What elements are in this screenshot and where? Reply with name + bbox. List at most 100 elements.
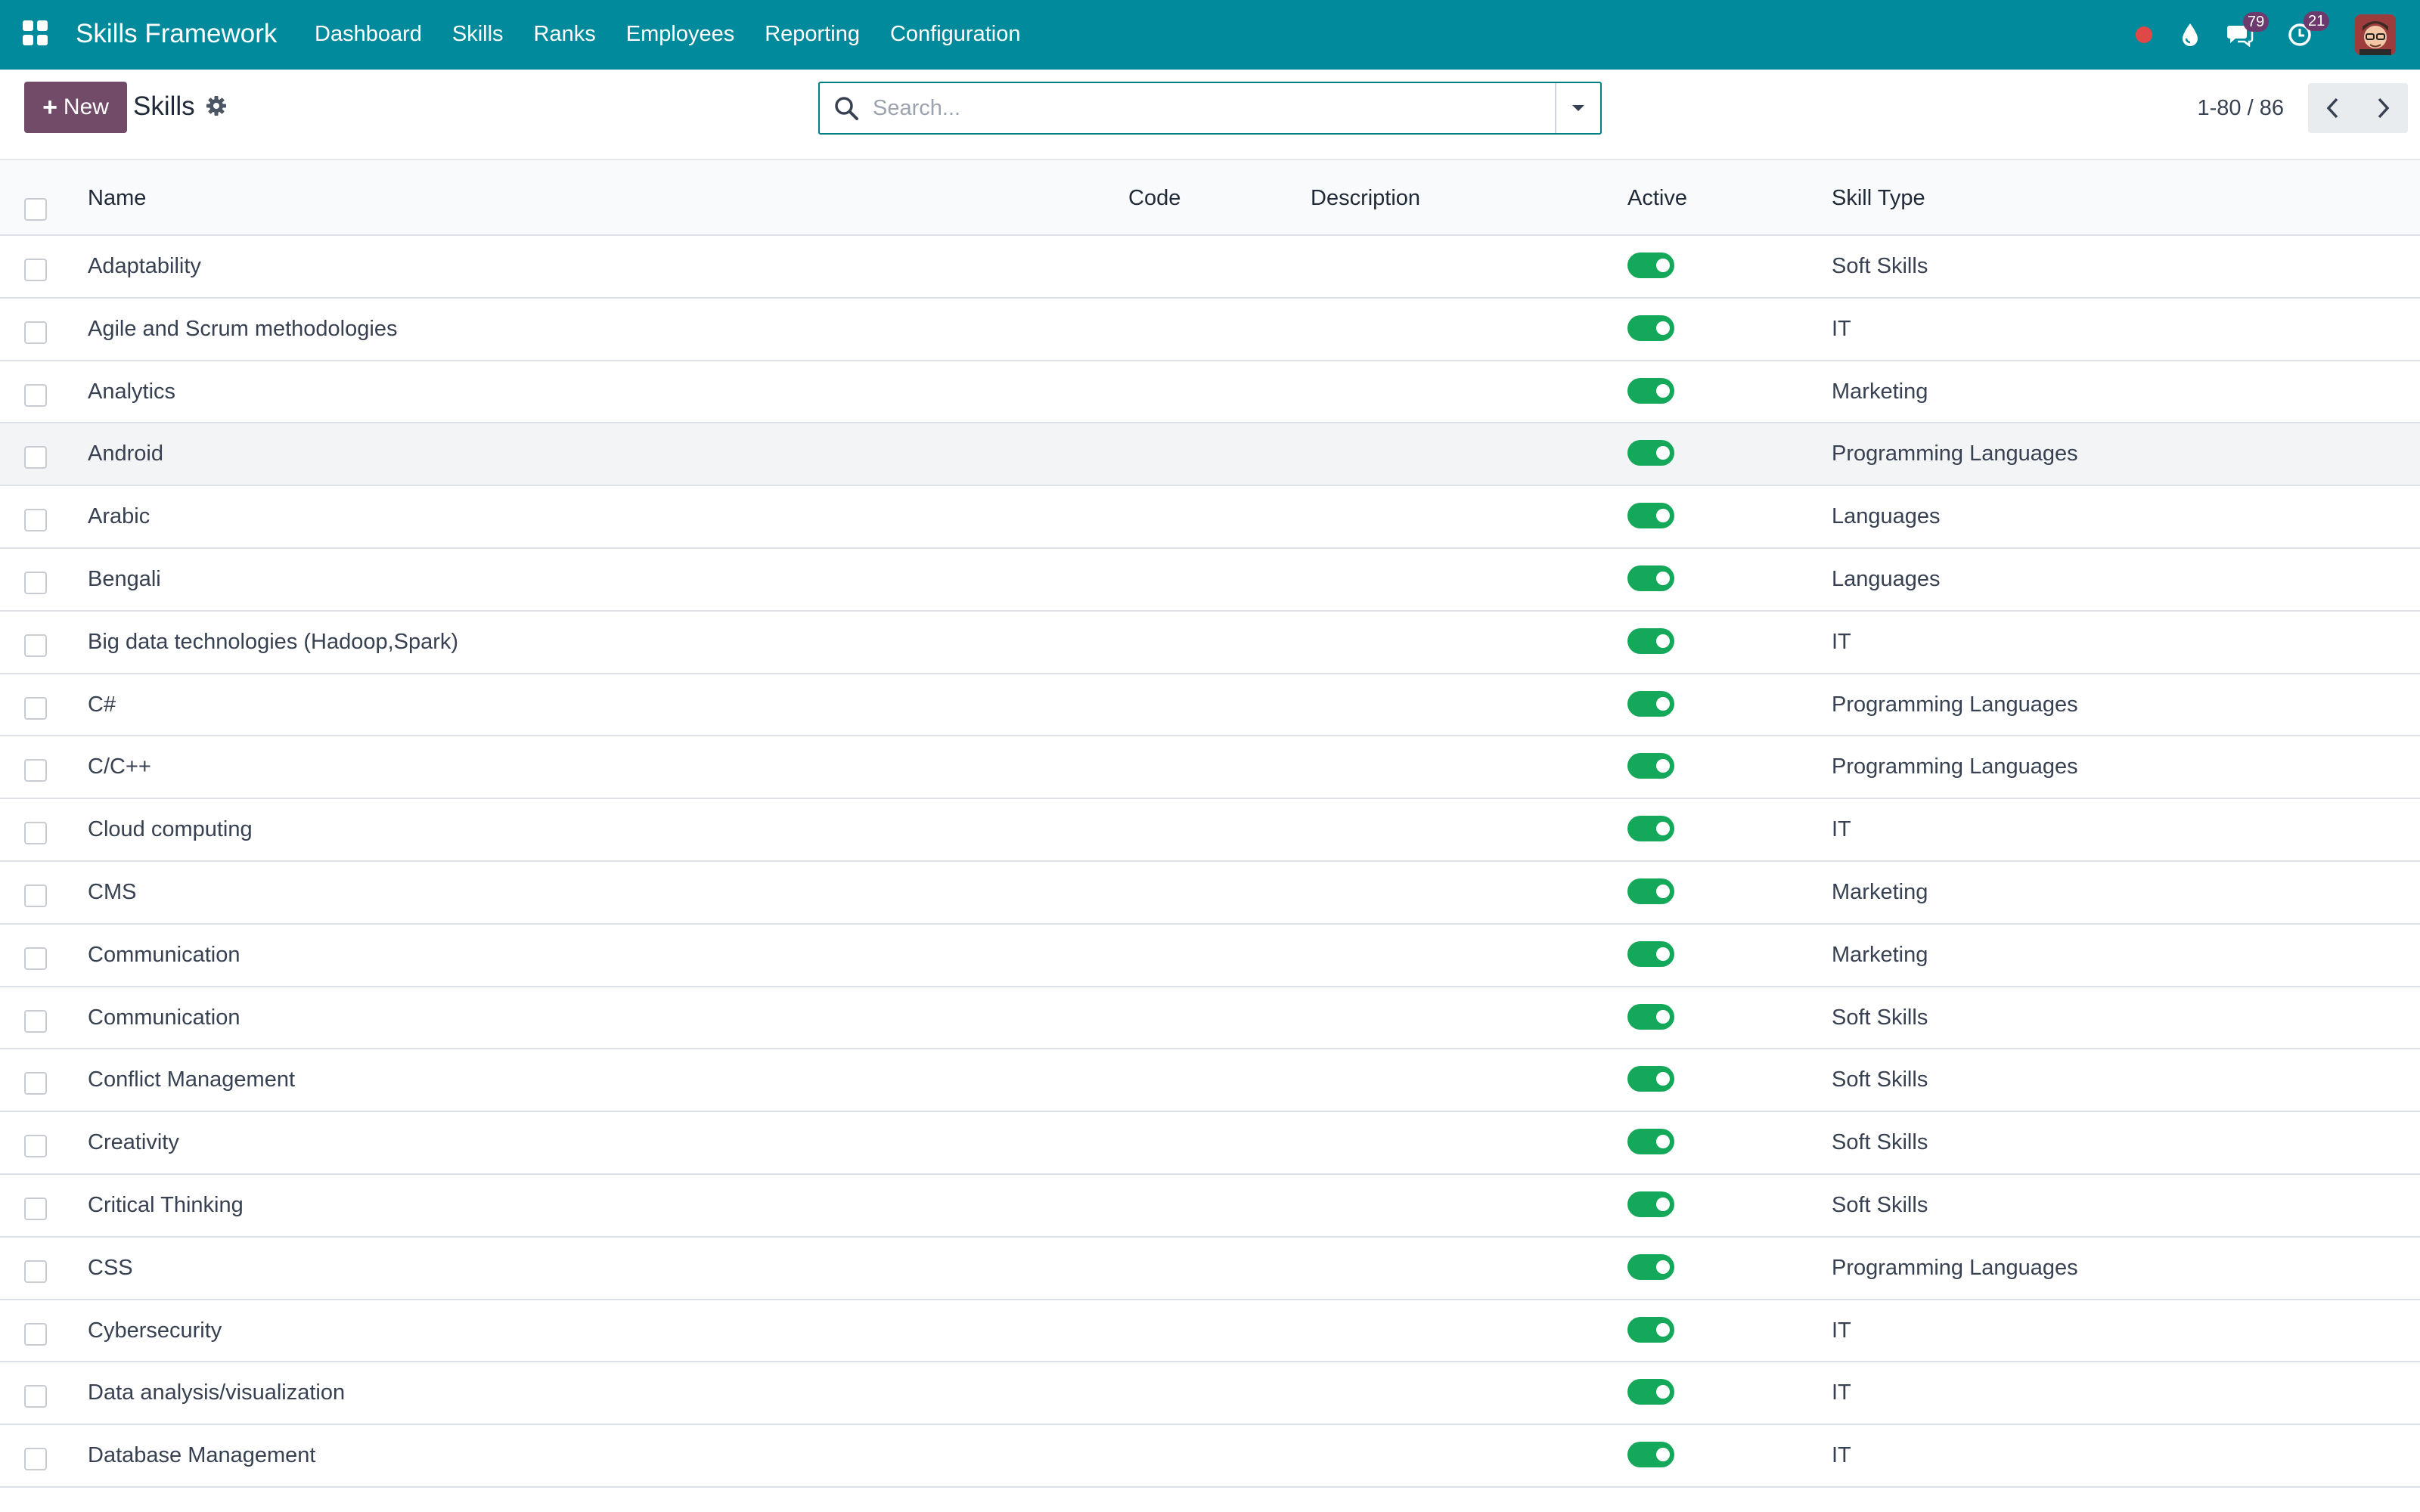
- cell-name: Big data technologies (Hadoop,Spark): [88, 629, 459, 654]
- gear-icon[interactable]: [204, 94, 228, 118]
- toggle-knob: [1656, 696, 1670, 711]
- cell-skill-type: Programming Languages: [1832, 1255, 2078, 1280]
- app-brand[interactable]: Skills Framework: [76, 17, 277, 51]
- table-row[interactable]: CSS Programming Languages: [0, 1237, 2420, 1300]
- select-all-checkbox[interactable]: [24, 198, 47, 221]
- row-checkbox[interactable]: [24, 634, 47, 657]
- active-toggle[interactable]: [1627, 1253, 1674, 1280]
- active-toggle[interactable]: [1627, 1379, 1674, 1405]
- row-checkbox[interactable]: [24, 259, 47, 281]
- cell-skill-type: IT: [1832, 1318, 1851, 1343]
- table-row[interactable]: Arabic Languages: [0, 486, 2420, 549]
- table-row[interactable]: C/C++ Programming Languages: [0, 736, 2420, 800]
- row-checkbox[interactable]: [24, 884, 47, 907]
- active-toggle[interactable]: [1627, 440, 1674, 466]
- active-toggle[interactable]: [1627, 503, 1674, 529]
- app-grid-icon[interactable]: [23, 20, 48, 46]
- active-toggle[interactable]: [1627, 627, 1674, 654]
- active-toggle[interactable]: [1627, 1316, 1674, 1343]
- row-checkbox[interactable]: [24, 947, 47, 970]
- table-row[interactable]: Big data technologies (Hadoop,Spark) IT: [0, 611, 2420, 674]
- column-header-skill-type[interactable]: Skill Type: [1832, 160, 1925, 236]
- row-checkbox[interactable]: [24, 696, 47, 720]
- row-checkbox[interactable]: [24, 1385, 47, 1408]
- toggle-knob: [1656, 446, 1670, 460]
- pager-next-button[interactable]: [2358, 83, 2408, 133]
- table-row[interactable]: Communication Marketing: [0, 924, 2420, 987]
- row-checkbox[interactable]: [24, 571, 47, 594]
- active-toggle[interactable]: [1627, 878, 1674, 904]
- row-checkbox[interactable]: [24, 1448, 47, 1471]
- row-checkbox[interactable]: [24, 383, 47, 407]
- table-row[interactable]: Cybersecurity IT: [0, 1300, 2420, 1363]
- table-row[interactable]: Data analysis/visualization IT: [0, 1362, 2420, 1426]
- table-row[interactable]: Database Management IT: [0, 1425, 2420, 1488]
- active-toggle[interactable]: [1627, 1442, 1674, 1468]
- active-toggle[interactable]: [1627, 816, 1674, 842]
- row-checkbox[interactable]: [24, 1259, 47, 1283]
- table-row[interactable]: Critical Thinking Soft Skills: [0, 1174, 2420, 1238]
- record-status-icon[interactable]: [2136, 26, 2152, 43]
- table-row[interactable]: Creativity Soft Skills: [0, 1112, 2420, 1175]
- column-header-description[interactable]: Description: [1311, 160, 1420, 236]
- menu-item-skills[interactable]: Skills: [437, 17, 519, 51]
- cell-skill-type: Programming Languages: [1832, 692, 2078, 717]
- table-row[interactable]: Bengali Languages: [0, 548, 2420, 612]
- active-toggle[interactable]: [1627, 565, 1674, 591]
- column-header-code[interactable]: Code: [1128, 160, 1181, 236]
- search-input[interactable]: [873, 95, 1555, 121]
- row-checkbox[interactable]: [24, 1009, 47, 1033]
- user-avatar[interactable]: [2355, 14, 2396, 55]
- row-checkbox[interactable]: [24, 1135, 47, 1158]
- table-row[interactable]: Communication Soft Skills: [0, 987, 2420, 1050]
- table-row[interactable]: Conflict Management Soft Skills: [0, 1049, 2420, 1113]
- table-row[interactable]: Adaptability Soft Skills: [0, 236, 2420, 299]
- row-checkbox[interactable]: [24, 1322, 47, 1346]
- menu-item-reporting[interactable]: Reporting: [749, 17, 875, 51]
- pager-value[interactable]: 1-80 / 86: [2198, 92, 2284, 124]
- row-checkbox[interactable]: [24, 759, 47, 782]
- table-row[interactable]: Agile and Scrum methodologies IT: [0, 298, 2420, 361]
- active-toggle[interactable]: [1627, 314, 1674, 341]
- active-toggle[interactable]: [1627, 1129, 1674, 1155]
- messages-icon[interactable]: 79: [2226, 12, 2270, 47]
- row-checkbox[interactable]: [24, 1197, 47, 1220]
- cell-name: CSS: [88, 1255, 133, 1280]
- row-checkbox[interactable]: [24, 509, 47, 532]
- search-options-toggle[interactable]: [1555, 83, 1600, 133]
- row-checkbox[interactable]: [24, 321, 47, 344]
- active-toggle[interactable]: [1627, 1066, 1674, 1092]
- active-toggle[interactable]: [1627, 690, 1674, 717]
- pager-previous-button[interactable]: [2308, 83, 2358, 133]
- cell-name: Creativity: [88, 1130, 179, 1155]
- row-checkbox[interactable]: [24, 1072, 47, 1095]
- active-toggle[interactable]: [1627, 1003, 1674, 1030]
- menu-item-configuration[interactable]: Configuration: [875, 17, 1036, 51]
- column-header-name[interactable]: Name: [88, 160, 146, 236]
- drop-icon[interactable]: [2181, 23, 2199, 47]
- toggle-knob: [1656, 1197, 1670, 1211]
- menu-item-ranks[interactable]: Ranks: [519, 17, 611, 51]
- table-row[interactable]: Analytics Marketing: [0, 361, 2420, 424]
- active-toggle[interactable]: [1627, 753, 1674, 779]
- active-toggle[interactable]: [1627, 253, 1674, 278]
- table-row[interactable]: C# Programming Languages: [0, 674, 2420, 737]
- caret-down-icon: [1572, 105, 1584, 111]
- table-row[interactable]: CMS Marketing: [0, 861, 2420, 925]
- menu-item-dashboard[interactable]: Dashboard: [299, 17, 437, 51]
- toggle-knob: [1656, 947, 1670, 961]
- breadcrumb-title: Skills: [133, 91, 195, 121]
- menu-item-employees[interactable]: Employees: [611, 17, 749, 51]
- activity-clock-icon[interactable]: 21: [2287, 11, 2330, 48]
- row-checkbox[interactable]: [24, 446, 47, 469]
- toggle-knob: [1656, 1072, 1670, 1086]
- active-toggle[interactable]: [1627, 940, 1674, 967]
- new-button[interactable]: + New: [24, 82, 127, 133]
- active-toggle[interactable]: [1627, 377, 1674, 404]
- row-checkbox[interactable]: [24, 822, 47, 845]
- column-header-active[interactable]: Active: [1627, 160, 1687, 236]
- active-toggle[interactable]: [1627, 1191, 1674, 1217]
- table-row[interactable]: Android Programming Languages: [0, 423, 2420, 487]
- table-row[interactable]: Cloud computing IT: [0, 799, 2420, 862]
- systray: 79 21: [2136, 0, 2420, 70]
